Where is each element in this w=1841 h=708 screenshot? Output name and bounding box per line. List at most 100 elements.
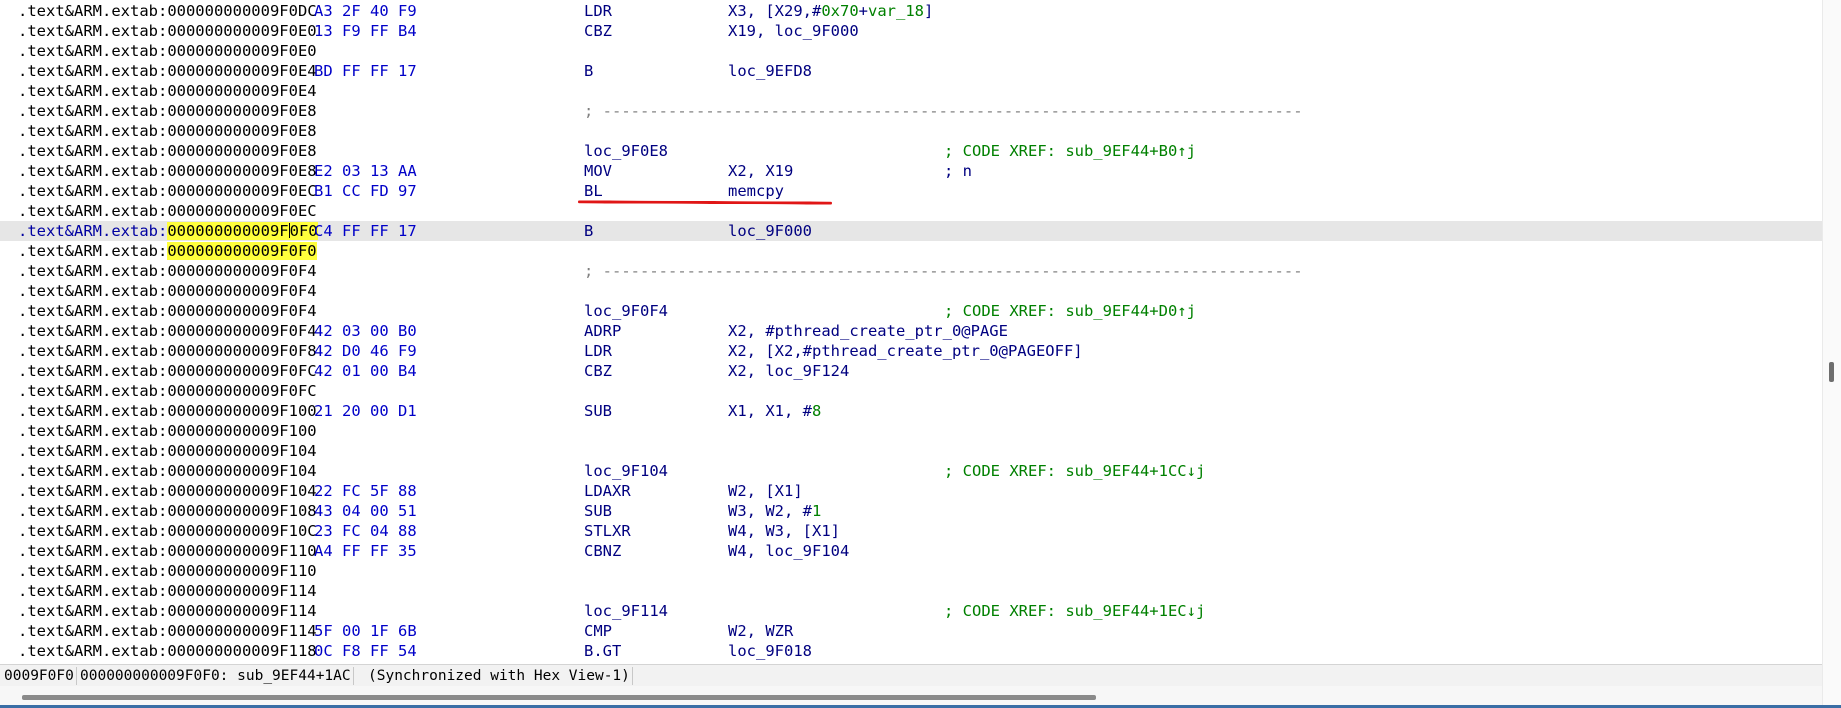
line-address[interactable]: .text&ARM.extab:000000000009F0FC bbox=[18, 381, 317, 401]
address-value[interactable]: 000000000009F0EC bbox=[167, 182, 316, 200]
line-address[interactable]: .text&ARM.extab:000000000009F114 bbox=[18, 601, 317, 621]
listing-line[interactable]: .text&ARM.extab:000000000009F114 5F 00 1F… bbox=[0, 621, 1822, 641]
listing-line[interactable]: .text&ARM.extab:000000000009F0DC A3 2F 40… bbox=[0, 1, 1822, 21]
line-address[interactable]: .text&ARM.extab:000000000009F0EC bbox=[18, 201, 317, 221]
address-value[interactable]: 000000000009F0E0 bbox=[167, 42, 316, 60]
instruction-operands[interactable]: W3, W2, #1 bbox=[728, 501, 821, 521]
instruction-operands[interactable]: X2, X19 bbox=[728, 161, 793, 181]
listing-line[interactable]: .text&ARM.extab:000000000009F0E8 bbox=[0, 121, 1822, 141]
line-address[interactable]: .text&ARM.extab:000000000009F100 bbox=[18, 401, 317, 421]
line-address[interactable]: .text&ARM.extab:000000000009F0E8 bbox=[18, 141, 317, 161]
listing-line[interactable]: .text&ARM.extab:000000000009F110 A4 FF FF… bbox=[0, 541, 1822, 561]
instruction-operands[interactable]: X2, loc_9F124 bbox=[728, 361, 849, 381]
listing-line[interactable]: .text&ARM.extab:000000000009F114 loc_9F11… bbox=[0, 601, 1822, 621]
address-value[interactable]: 000000000009F0FC bbox=[167, 362, 316, 380]
instruction-operands[interactable]: X1, X1, #8 bbox=[728, 401, 821, 421]
address-value[interactable]: 000000000009F0F4 bbox=[167, 322, 316, 340]
instruction-operands[interactable]: loc_9F018 bbox=[728, 641, 812, 661]
address-value[interactable]: 000000000009F0FC bbox=[167, 382, 316, 400]
line-address[interactable]: .text&ARM.extab:000000000009F108 bbox=[18, 501, 317, 521]
listing-line[interactable]: .text&ARM.extab:000000000009F0F4 42 03 00… bbox=[0, 321, 1822, 341]
address-value[interactable]: 000000000009F114 bbox=[167, 622, 316, 640]
line-address[interactable]: .text&ARM.extab:000000000009F114 bbox=[18, 621, 317, 641]
disassembly-listing[interactable]: .text&ARM.extab:000000000009F0DC A3 2F 40… bbox=[0, 0, 1822, 664]
line-address[interactable]: .text&ARM.extab:000000000009F0E4 bbox=[18, 61, 317, 81]
address-value[interactable]: 000000000009F0E8 bbox=[167, 142, 316, 160]
line-address[interactable]: .text&ARM.extab:000000000009F110 bbox=[18, 541, 317, 561]
address-value[interactable]: 000000000009F0F4 bbox=[167, 302, 316, 320]
line-address[interactable]: .text&ARM.extab:000000000009F100 bbox=[18, 421, 317, 441]
address-value[interactable]: 000000000009F114 bbox=[167, 582, 316, 600]
code-label[interactable]: loc_9F114 bbox=[584, 601, 668, 621]
line-address[interactable]: .text&ARM.extab:000000000009F104 bbox=[18, 441, 317, 461]
listing-line[interactable]: .text&ARM.extab:000000000009F0FC 42 01 00… bbox=[0, 361, 1822, 381]
address-value[interactable]: 000000000009F104 bbox=[167, 442, 316, 460]
address-value[interactable]: 000000000009F114 bbox=[167, 602, 316, 620]
address-value[interactable]: 000000000009F100 bbox=[167, 422, 316, 440]
address-value[interactable]: 000000000009F110 bbox=[167, 542, 316, 560]
listing-line[interactable]: .text&ARM.extab:000000000009F0E4 bbox=[0, 81, 1822, 101]
address-value[interactable]: 000000000009F0E8 bbox=[167, 122, 316, 140]
listing-line[interactable]: .text&ARM.extab:000000000009F0E0 bbox=[0, 41, 1822, 61]
listing-line[interactable]: .text&ARM.extab:000000000009F114 bbox=[0, 581, 1822, 601]
line-address[interactable]: .text&ARM.extab:000000000009F0EC bbox=[18, 181, 317, 201]
listing-line[interactable]: .text&ARM.extab:000000000009F0F4 loc_9F0F… bbox=[0, 301, 1822, 321]
address-value[interactable]: 000000000009F118 bbox=[167, 642, 316, 660]
code-label[interactable]: loc_9F0F4 bbox=[584, 301, 668, 321]
listing-line[interactable]: .text&ARM.extab:000000000009F0E4 BD FF FF… bbox=[0, 61, 1822, 81]
address-value[interactable]: 000000000009F0E4 bbox=[167, 62, 316, 80]
listing-line[interactable]: .text&ARM.extab:000000000009F0E8 ; ------… bbox=[0, 101, 1822, 121]
address-value[interactable]: 000000000009F10C bbox=[167, 522, 316, 540]
listing-line[interactable]: .text&ARM.extab:000000000009F104 22 FC 5F… bbox=[0, 481, 1822, 501]
instruction-operands[interactable]: W2, [X1] bbox=[728, 481, 803, 501]
listing-line[interactable]: .text&ARM.extab:000000000009F0F0 bbox=[0, 241, 1822, 261]
current-listing-line[interactable]: .text&ARM.extab:000000000009F0F0 C4 FF FF… bbox=[0, 221, 1822, 241]
line-address[interactable]: .text&ARM.extab:000000000009F0F4 bbox=[18, 261, 317, 281]
line-address[interactable]: .text&ARM.extab:000000000009F0E0 bbox=[18, 41, 317, 61]
line-address[interactable]: .text&ARM.extab:000000000009F0F4 bbox=[18, 321, 317, 341]
listing-line[interactable]: .text&ARM.extab:000000000009F108 43 04 00… bbox=[0, 501, 1822, 521]
line-address[interactable]: .text&ARM.extab:000000000009F0E0 bbox=[18, 21, 317, 41]
instruction-operands[interactable]: W2, WZR bbox=[728, 621, 793, 641]
line-address[interactable]: .text&ARM.extab:000000000009F0F8 bbox=[18, 341, 317, 361]
listing-line[interactable]: .text&ARM.extab:000000000009F0E8 loc_9F0E… bbox=[0, 141, 1822, 161]
line-address[interactable]: .text&ARM.extab:000000000009F0DC bbox=[18, 1, 317, 21]
instruction-operands[interactable]: W4, loc_9F104 bbox=[728, 541, 849, 561]
instruction-operands[interactable]: loc_9EFD8 bbox=[728, 61, 812, 81]
line-address[interactable]: .text&ARM.extab:000000000009F0E8 bbox=[18, 121, 317, 141]
address-value[interactable]: 000000000009F0F4 bbox=[167, 282, 316, 300]
code-label[interactable]: loc_9F104 bbox=[584, 461, 668, 481]
instruction-operands[interactable]: loc_9F000 bbox=[728, 221, 812, 241]
address-value[interactable]: 000000000009F100 bbox=[167, 402, 316, 420]
listing-line[interactable]: .text&ARM.extab:000000000009F110 bbox=[0, 561, 1822, 581]
listing-line[interactable]: .text&ARM.extab:000000000009F100 21 20 00… bbox=[0, 401, 1822, 421]
address-value[interactable]: 000000000009F0E8 bbox=[167, 162, 316, 180]
listing-line[interactable]: .text&ARM.extab:000000000009F104 bbox=[0, 441, 1822, 461]
line-address[interactable]: .text&ARM.extab:000000000009F10C bbox=[18, 521, 317, 541]
line-address[interactable]: .text&ARM.extab:000000000009F0E4 bbox=[18, 81, 317, 101]
instruction-operands[interactable]: X2, [X2,#pthread_create_ptr_0@PAGEOFF] bbox=[728, 341, 1083, 361]
address-value[interactable]: 000000000009F0DC bbox=[167, 2, 316, 20]
listing-line[interactable]: .text&ARM.extab:000000000009F0F4 ; ------… bbox=[0, 261, 1822, 281]
address-value[interactable]: 000000000009F0F4 bbox=[167, 262, 316, 280]
vertical-scroll-thumb[interactable] bbox=[1829, 362, 1834, 382]
address-value[interactable]: 000000000009F104 bbox=[167, 482, 316, 500]
address-value[interactable]: 000000000009F104 bbox=[167, 462, 316, 480]
line-address[interactable]: .text&ARM.extab:000000000009F110 bbox=[18, 561, 317, 581]
listing-line[interactable]: .text&ARM.extab:000000000009F118 0C F8 FF… bbox=[0, 641, 1822, 661]
instruction-operands[interactable]: W4, W3, [X1] bbox=[728, 521, 840, 541]
instruction-operands[interactable]: X19, loc_9F000 bbox=[728, 21, 859, 41]
vertical-scrollbar[interactable] bbox=[1822, 0, 1841, 708]
line-address[interactable]: .text&ARM.extab:000000000009F0F0 bbox=[18, 241, 317, 261]
listing-line[interactable]: .text&ARM.extab:000000000009F0EC bbox=[0, 201, 1822, 221]
line-address[interactable]: .text&ARM.extab:000000000009F0E8 bbox=[18, 161, 317, 181]
address-value[interactable]: 000000000009F0EC bbox=[167, 202, 316, 220]
listing-line[interactable]: .text&ARM.extab:000000000009F104 loc_9F10… bbox=[0, 461, 1822, 481]
line-address[interactable]: .text&ARM.extab:000000000009F0E8 bbox=[18, 101, 317, 121]
line-address[interactable]: .text&ARM.extab:000000000009F104 bbox=[18, 481, 317, 501]
code-label[interactable]: loc_9F0E8 bbox=[584, 141, 668, 161]
address-value[interactable]: 000000000009F108 bbox=[167, 502, 316, 520]
address-value[interactable]: 000000000009F0E4 bbox=[167, 82, 316, 100]
address-value[interactable]: 000000000009F0F8 bbox=[167, 342, 316, 360]
instruction-operands[interactable]: memcpy bbox=[728, 181, 784, 201]
